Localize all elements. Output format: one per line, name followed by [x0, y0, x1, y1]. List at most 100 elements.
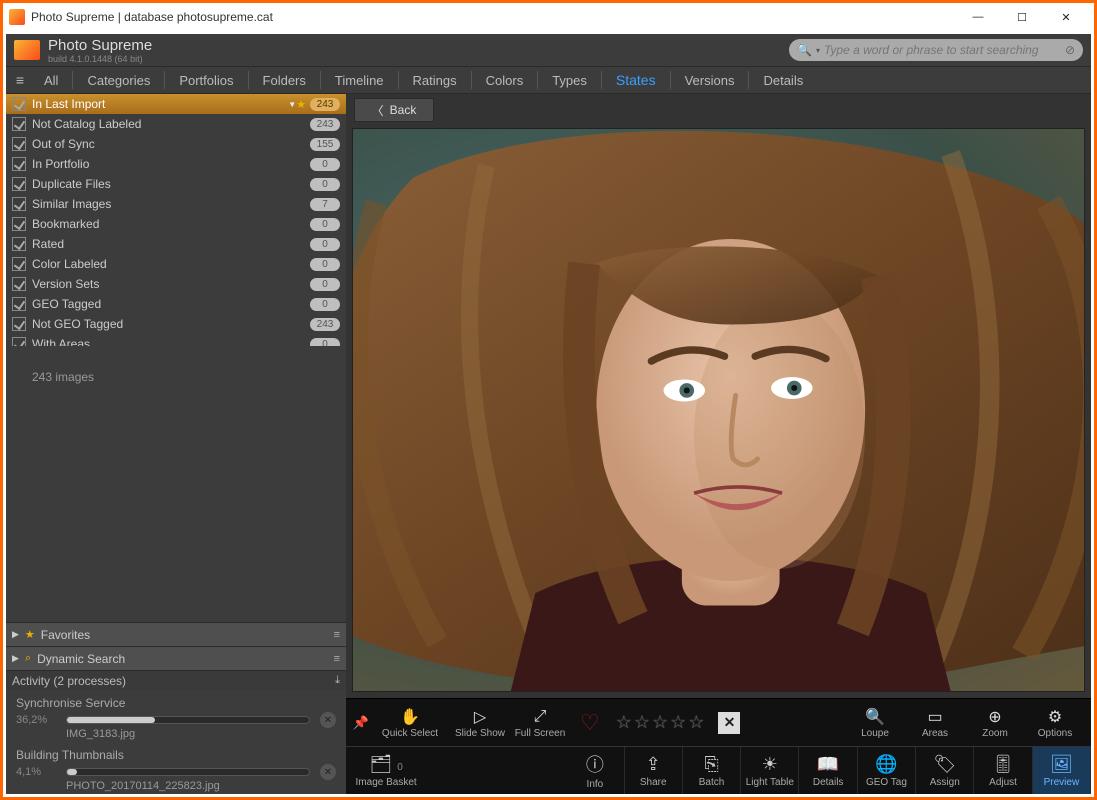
- light-table-button[interactable]: ☀Light Table: [741, 747, 799, 794]
- nav-colors[interactable]: Colors: [472, 73, 538, 88]
- search-box[interactable]: 🔍 ▾ ⊘: [789, 39, 1083, 61]
- state-item[interactable]: With Areas0: [6, 334, 346, 346]
- checkbox-icon[interactable]: [12, 157, 26, 171]
- nav-portfolios[interactable]: Portfolios: [165, 73, 247, 88]
- areas-icon: ▭: [927, 707, 942, 727]
- state-item[interactable]: Not GEO Tagged243: [6, 314, 346, 334]
- nav-versions[interactable]: Versions: [671, 73, 749, 88]
- star-icon: ★: [25, 628, 35, 641]
- count-badge: 0: [310, 158, 340, 171]
- dynamic-search-panel[interactable]: ▶ ⌕ Dynamic Search ≡: [6, 646, 346, 670]
- cancel-icon[interactable]: ✕: [320, 764, 336, 780]
- checkbox-icon[interactable]: [12, 297, 26, 311]
- details-button[interactable]: 📖Details: [799, 747, 857, 794]
- pin-icon[interactable]: 📌: [352, 715, 370, 731]
- app-name: Photo Supreme: [48, 37, 152, 54]
- checkbox-icon[interactable]: [12, 337, 26, 346]
- state-list: In Last Import▼★243Not Catalog Labeled24…: [6, 94, 346, 346]
- count-badge: 155: [310, 138, 340, 151]
- progress-thumbs: Building Thumbnails 4,1% ✕ PHOTO_2017011…: [6, 742, 346, 794]
- info-button[interactable]: ⓘInfo: [566, 747, 624, 794]
- count-badge: 0: [310, 178, 340, 191]
- chevron-down-icon[interactable]: ▾: [816, 46, 820, 55]
- checkbox-icon[interactable]: [12, 197, 26, 211]
- slide-show-button[interactable]: ▷Slide Show: [450, 701, 510, 745]
- adjust-button[interactable]: 🎚Adjust: [974, 747, 1032, 794]
- state-item[interactable]: In Last Import▼★243: [6, 94, 346, 114]
- nav-types[interactable]: Types: [538, 73, 601, 88]
- areas-button[interactable]: ▭Areas: [905, 701, 965, 745]
- checkbox-icon[interactable]: [12, 317, 26, 331]
- binoculars-icon: ⌕: [25, 652, 31, 665]
- state-item[interactable]: GEO Tagged0: [6, 294, 346, 314]
- image-preview[interactable]: [352, 128, 1085, 692]
- state-item[interactable]: Duplicate Files0: [6, 174, 346, 194]
- count-badge: 0: [310, 258, 340, 271]
- close-button[interactable]: ✕: [1044, 3, 1088, 31]
- state-item[interactable]: Color Labeled0: [6, 254, 346, 274]
- full-screen-button[interactable]: ⤢Full Screen: [510, 701, 570, 745]
- hamburger-icon[interactable]: ≡: [10, 72, 30, 88]
- nav-categories[interactable]: Categories: [73, 73, 164, 88]
- tag-icon: 🏷: [933, 754, 956, 775]
- preview-button[interactable]: 🖼Preview: [1033, 747, 1091, 794]
- star-3[interactable]: ☆: [652, 712, 668, 733]
- state-item[interactable]: Similar Images7: [6, 194, 346, 214]
- favorites-panel[interactable]: ▶ ★ Favorites ≡: [6, 622, 346, 646]
- checkbox-icon[interactable]: [12, 177, 26, 191]
- state-item[interactable]: Version Sets0: [6, 274, 346, 294]
- checkbox-icon[interactable]: [12, 257, 26, 271]
- quick-select-button[interactable]: ✋Quick Select: [370, 701, 450, 745]
- state-item[interactable]: Rated0: [6, 234, 346, 254]
- state-item[interactable]: Not Catalog Labeled243: [6, 114, 346, 134]
- download-icon[interactable]: ⤓: [335, 674, 340, 687]
- share-button[interactable]: ⇪Share: [625, 747, 683, 794]
- image-basket-button[interactable]: 🗂 0 Image Basket: [346, 747, 426, 794]
- rating-stars[interactable]: ☆ ☆ ☆ ☆ ☆: [616, 712, 705, 733]
- nav-states[interactable]: States: [602, 72, 670, 88]
- checkbox-icon[interactable]: [12, 237, 26, 251]
- nav-details[interactable]: Details: [749, 73, 817, 88]
- cancel-icon[interactable]: ✕: [320, 712, 336, 728]
- checkbox-icon[interactable]: [12, 97, 26, 111]
- checkbox-icon[interactable]: [12, 277, 26, 291]
- minimize-button[interactable]: —: [956, 3, 1000, 31]
- geo-tag-button[interactable]: 🌐GEO Tag: [858, 747, 916, 794]
- progress-title: Synchronise Service: [16, 696, 336, 710]
- activity-header[interactable]: Activity (2 processes) ⤓: [6, 670, 346, 690]
- state-label: Not Catalog Labeled: [32, 117, 310, 131]
- nav-folders[interactable]: Folders: [249, 73, 320, 88]
- light-table-icon: ☀: [762, 754, 778, 775]
- nav-ratings[interactable]: Ratings: [399, 73, 471, 88]
- checkbox-icon[interactable]: [12, 217, 26, 231]
- state-item[interactable]: In Portfolio0: [6, 154, 346, 174]
- checkbox-icon[interactable]: [12, 117, 26, 131]
- search-input[interactable]: [824, 43, 1065, 57]
- batch-button[interactable]: ⎘Batch: [683, 747, 741, 794]
- loupe-button[interactable]: 🔍Loupe: [845, 701, 905, 745]
- zoom-icon: ⊕: [988, 707, 1001, 727]
- state-label: Bookmarked: [32, 217, 310, 231]
- book-icon: 📖: [817, 754, 839, 775]
- favorite-heart-icon[interactable]: ♡: [580, 710, 600, 736]
- menu-icon[interactable]: ≡: [334, 653, 340, 665]
- state-item[interactable]: Out of Sync155: [6, 134, 346, 154]
- zoom-button[interactable]: ⊕Zoom: [965, 701, 1025, 745]
- reject-button[interactable]: ✕: [718, 712, 740, 734]
- options-button[interactable]: ⚙Options: [1025, 701, 1085, 745]
- checkbox-icon[interactable]: [12, 137, 26, 151]
- menu-icon[interactable]: ≡: [334, 629, 340, 641]
- assign-button[interactable]: 🏷Assign: [916, 747, 974, 794]
- star-1[interactable]: ☆: [616, 712, 632, 733]
- chevron-down-icon[interactable]: ▼: [288, 100, 296, 109]
- star-2[interactable]: ☆: [634, 712, 650, 733]
- star-5[interactable]: ☆: [688, 712, 704, 733]
- nav-timeline[interactable]: Timeline: [321, 73, 398, 88]
- state-item[interactable]: Bookmarked0: [6, 214, 346, 234]
- back-button[interactable]: 〈 Back: [354, 98, 434, 122]
- clear-search-icon[interactable]: ⊘: [1065, 43, 1075, 57]
- maximize-button[interactable]: ☐: [1000, 3, 1044, 31]
- star-4[interactable]: ☆: [670, 712, 686, 733]
- nav-all[interactable]: All: [30, 73, 72, 88]
- window-title: Photo Supreme | database photosupreme.ca…: [31, 10, 956, 24]
